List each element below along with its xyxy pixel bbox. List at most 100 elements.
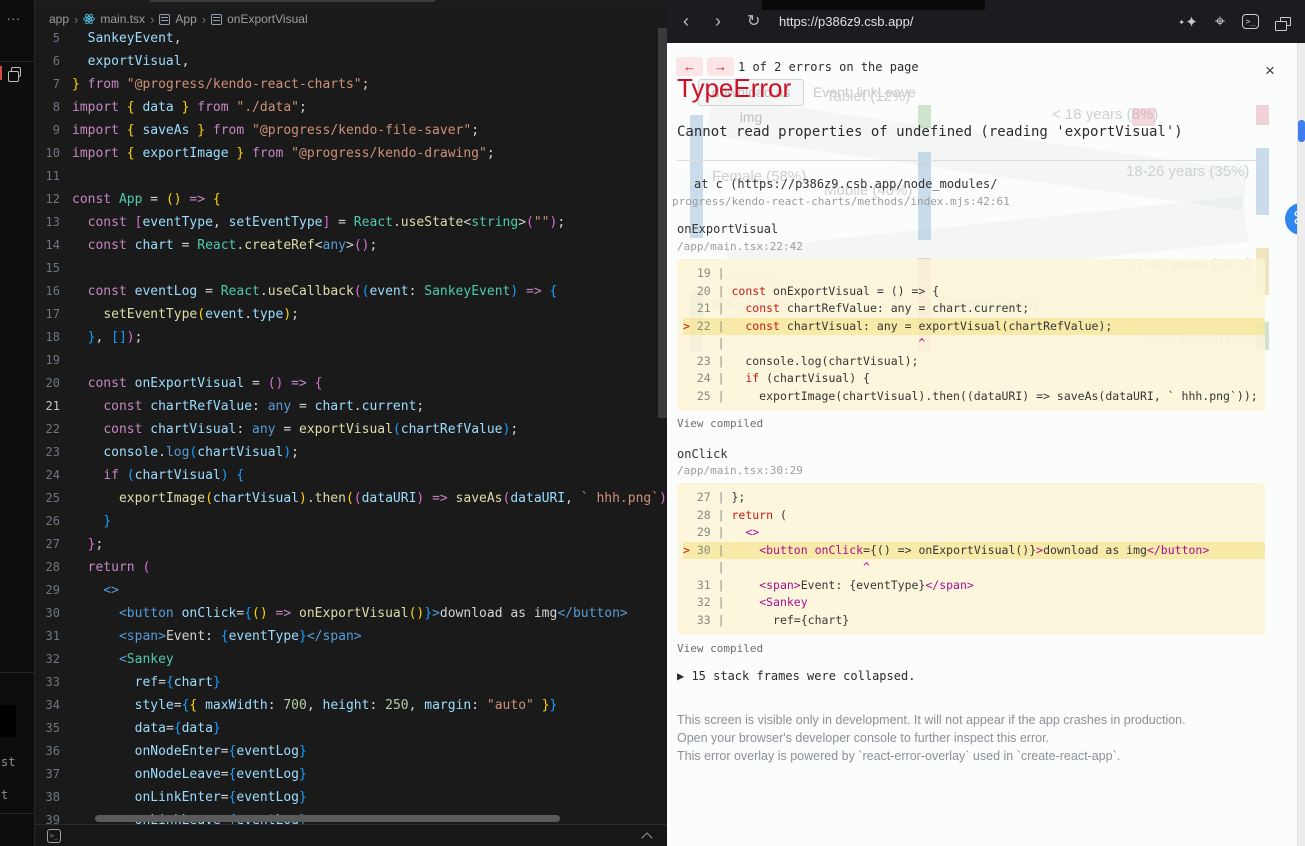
error-message: Cannot read properties of undefined (rea…	[677, 124, 1183, 140]
stack-frame-title[interactable]: at c (https://p386z9.csb.app/node_module…	[694, 177, 997, 191]
error-count-text: 1 of 2 errors on the page	[738, 60, 919, 74]
react-icon	[83, 13, 95, 25]
clipped-label: t	[1, 788, 8, 802]
url-field[interactable]: https://p386z9.csb.app/	[779, 0, 913, 43]
code-line: 26 }	[35, 510, 667, 533]
code-frame: 27 | }; 28 | return ( 29 | <>> 30 | <but…	[677, 483, 1265, 635]
frame-code-line: | ^	[683, 335, 1265, 353]
ghost-chart-node	[1256, 148, 1269, 215]
activity-bar: ... st t	[0, 0, 35, 846]
frame-code-line: 29 | <>	[683, 524, 1265, 542]
breadcrumb: app › main.tsx › App › onExportVisual	[49, 10, 308, 28]
frame-code-line: 23 | console.log(chartVisual);	[683, 353, 1265, 371]
view-compiled-link[interactable]: View compiled	[677, 417, 763, 430]
forward-icon[interactable]: ›	[715, 0, 721, 43]
expand-panel-icon[interactable]	[641, 832, 652, 843]
stack-frame-title: onClick	[677, 447, 728, 461]
editor-bottom-bar: >_	[35, 824, 667, 846]
code-line: 18 }, []);	[35, 326, 667, 349]
tab-strip	[35, 0, 667, 9]
code-line: 13 const [eventType, setEventType] = Rea…	[35, 211, 667, 234]
code-line: 15	[35, 257, 667, 280]
code-line: 30 <button onClick={() => onExportVisual…	[35, 602, 667, 625]
code-line: 6 exportVisual,	[35, 50, 667, 73]
code-line: 22 const chartVisual: any = exportVisual…	[35, 418, 667, 441]
split-editor-icon[interactable]	[11, 67, 21, 77]
stack-frame-source[interactable]: /app/main.tsx:30:29	[677, 464, 803, 477]
breadcrumb-symbol-app[interactable]: App	[175, 12, 196, 26]
sparkles-icon[interactable]: ✦	[1185, 13, 1198, 31]
code-line: 14 const chart = React.createRef<any>();	[35, 234, 667, 257]
code-line: 29 <>	[35, 579, 667, 602]
code-frame: 19 | 20 | const onExportVisual = () => {…	[677, 259, 1265, 411]
breadcrumb-root[interactable]: app	[49, 12, 69, 26]
horizontal-scrollbar[interactable]	[95, 815, 560, 822]
error-overlay: download as img Event: linkLeave Female …	[667, 43, 1305, 846]
frame-code-line: > 22 | const chartVisual: any = exportVi…	[683, 318, 1265, 336]
stack-frame-source[interactable]: /app/main.tsx:22:42	[677, 240, 803, 253]
ghost-chart-node	[1256, 105, 1269, 125]
code-line: 38 onLinkEnter={eventLog}	[35, 786, 667, 809]
clipped-label: st	[1, 755, 15, 769]
frame-code-line: 31 | <span>Event: {eventType}</span>	[683, 577, 1265, 595]
code-line: 12const App = () => {	[35, 188, 667, 211]
preview-scrollbar-track[interactable]	[1297, 43, 1305, 846]
ghost-chart-label: 18-26 years (35%)	[1126, 163, 1249, 180]
more-actions-icon[interactable]: ...	[7, 8, 21, 23]
collapsed-frames-toggle[interactable]: ▶ 15 stack frames were collapsed.	[677, 669, 915, 683]
code-editor-pane: app › main.tsx › App › onExportVisual 5 …	[35, 0, 667, 846]
code-line: 33 ref={chart}	[35, 671, 667, 694]
chevron-right-icon: ›	[74, 12, 78, 27]
code-line: 11	[35, 165, 667, 188]
code-line: 27 };	[35, 533, 667, 556]
breadcrumb-symbol-fn[interactable]: onExportVisual	[227, 12, 308, 26]
code-editor[interactable]: 5 SankeyEvent,6 exportVisual,7} from "@p…	[35, 27, 667, 832]
preview-scrollbar-thumb[interactable]	[1298, 120, 1305, 142]
frame-code-line: 33 | ref={chart}	[683, 612, 1265, 630]
code-line: 24 if (chartVisual) {	[35, 464, 667, 487]
chevron-right-icon: ›	[202, 12, 206, 27]
code-line: 25 exportImage(chartVisual).then((dataUR…	[35, 487, 667, 510]
open-in-new-window-icon[interactable]	[1280, 17, 1291, 26]
panel-highlight	[0, 705, 16, 737]
divider	[0, 61, 35, 62]
breadcrumb-file[interactable]: main.tsx	[100, 12, 145, 26]
code-line: 10import { exportImage } from "@progress…	[35, 142, 667, 165]
browser-preview-pane: ‹ › ↻ https://p386z9.csb.app/ ✦ ⌖ >_ dow…	[667, 0, 1305, 846]
code-line: 8import { data } from "./data";	[35, 96, 667, 119]
frame-code-line: 25 | exportImage(chartVisual).then((data…	[683, 388, 1265, 406]
divider	[0, 813, 35, 814]
terminal-panel-icon[interactable]: >_	[47, 829, 61, 843]
error-marker	[0, 66, 2, 80]
divider	[0, 672, 35, 673]
frame-code-line: > 30 | <button onClick={() => onExportVi…	[683, 542, 1265, 560]
browser-toolbar: ‹ › ↻ https://p386z9.csb.app/ ✦ ⌖ >_	[667, 0, 1305, 43]
code-line: 9import { saveAs } from "@progress/kendo…	[35, 119, 667, 142]
code-line: 36 onNodeEnter={eventLog}	[35, 740, 667, 763]
close-icon[interactable]: ×	[1265, 61, 1275, 81]
overlay-footer: This screen is visible only in developme…	[677, 711, 1186, 765]
back-icon[interactable]: ‹	[683, 0, 689, 43]
symbol-icon	[211, 14, 222, 25]
reload-icon[interactable]: ↻	[747, 0, 760, 43]
frame-code-line: | ^	[683, 559, 1265, 577]
code-line: 5 SankeyEvent,	[35, 27, 667, 50]
frame-code-line: 24 | if (chartVisual) {	[683, 370, 1265, 388]
symbol-icon	[159, 14, 170, 25]
view-compiled-link[interactable]: View compiled	[677, 642, 763, 655]
stack-frame-title: onExportVisual	[677, 222, 778, 236]
code-line: 16 const eventLog = React.useCallback((e…	[35, 280, 667, 303]
stack-frame-source: progress/kendo-react-charts/methods/inde…	[672, 195, 1010, 208]
frame-code-line: 20 | const onExportVisual = () => {	[683, 283, 1265, 301]
divider	[677, 160, 1263, 161]
footer-line: This error overlay is powered by `react-…	[677, 747, 1186, 765]
devtools-terminal-icon[interactable]: >_	[1242, 14, 1259, 29]
code-line: 35 data={data}	[35, 717, 667, 740]
vertical-scrollbar[interactable]	[658, 28, 667, 418]
code-line: 37 onNodeLeave={eventLog}	[35, 763, 667, 786]
inspect-target-icon[interactable]: ⌖	[1215, 11, 1225, 32]
frame-code-line: 27 | };	[683, 489, 1265, 507]
code-line: 7} from "@progress/kendo-react-charts";	[35, 73, 667, 96]
ghost-chart-label: Tablet (12%)	[826, 88, 910, 105]
code-line: 19	[35, 349, 667, 372]
